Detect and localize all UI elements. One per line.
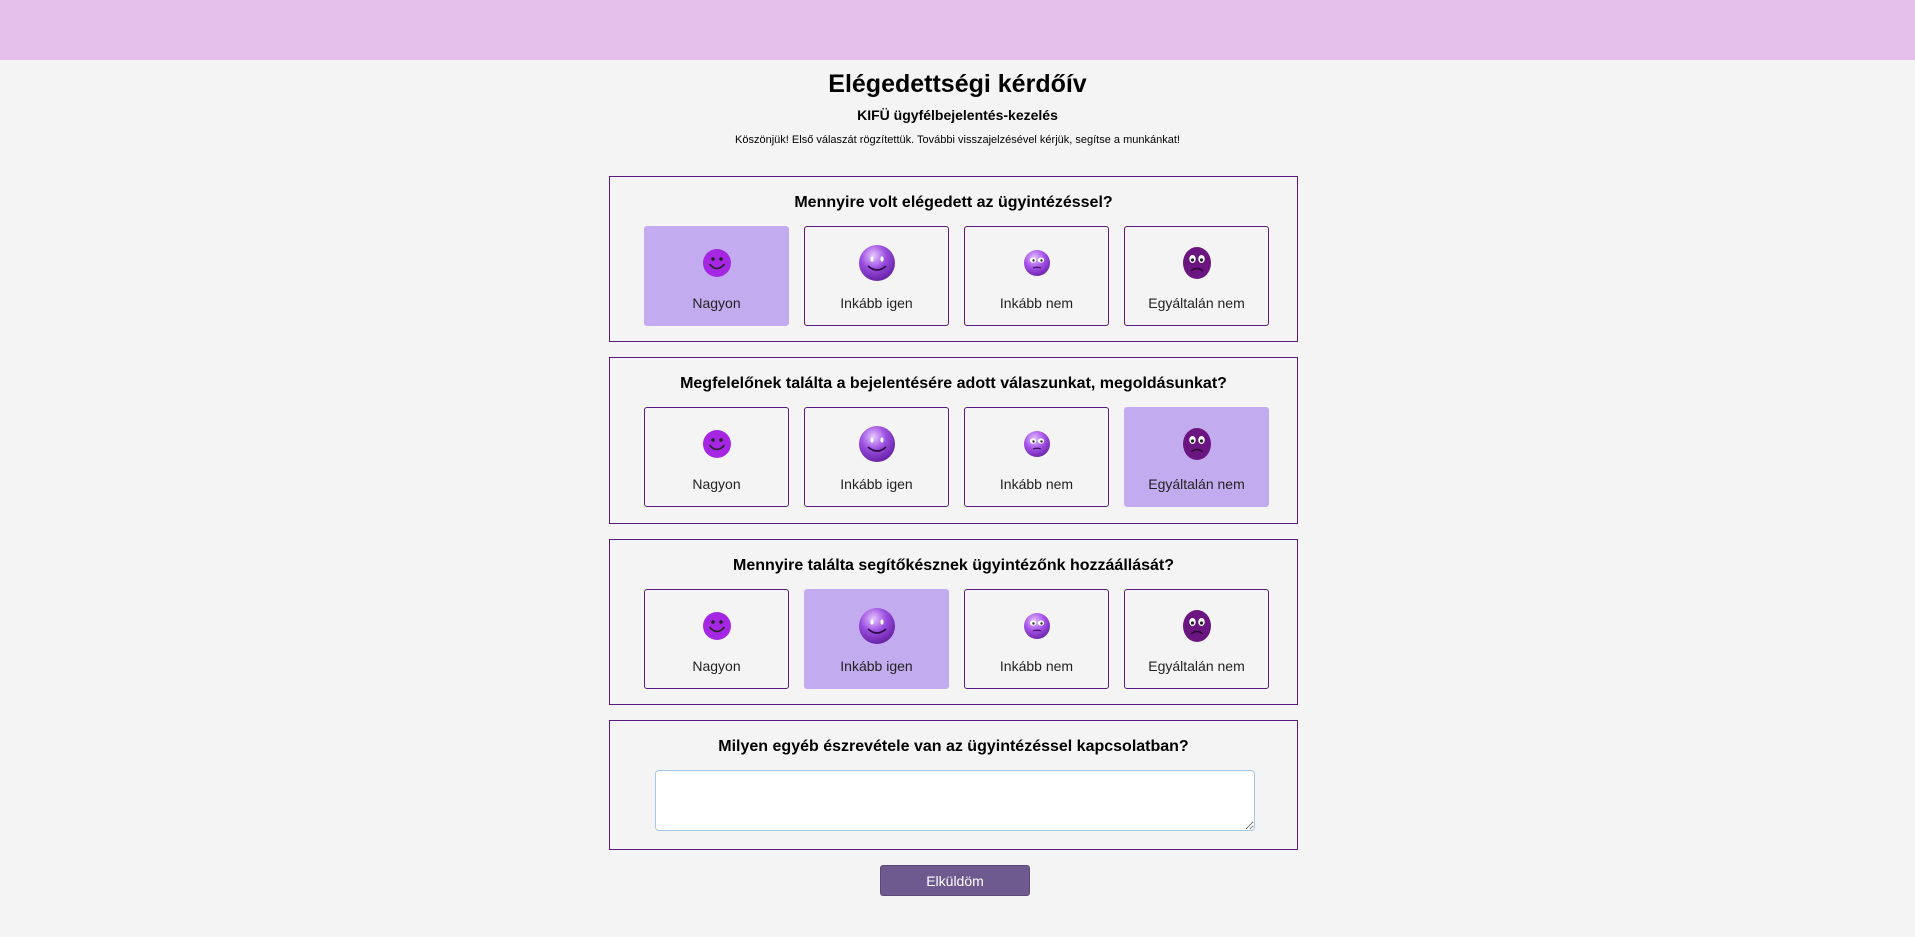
question-title: Mennyire volt elégedett az ügyintézéssel… (794, 194, 1113, 211)
submit-button[interactable]: Elküldöm (880, 865, 1030, 896)
option-label: Inkább igen (840, 476, 913, 492)
answer-options: Nagyon Inkább igen Inkább nem Egyáltalán… (644, 589, 1269, 689)
answer-options: Nagyon Inkább igen Inkább nem Egyáltalán… (644, 407, 1269, 507)
page-title: Elégedettségi kérdőív (828, 70, 1087, 98)
question-helpfulness: Mennyire találta segítőkésznek ügyintéző… (609, 539, 1298, 705)
option-inkabb-igen[interactable]: Inkább igen (804, 407, 949, 507)
option-label: Egyáltalán nem (1148, 295, 1245, 311)
smiley-very-unhappy-icon (1182, 243, 1212, 283)
smiley-unhappy-icon (1023, 424, 1051, 464)
question-title: Milyen egyéb észrevétele van az ügyintéz… (718, 738, 1189, 755)
smiley-unhappy-icon (1023, 243, 1051, 283)
question-title: Mennyire találta segítőkésznek ügyintéző… (732, 557, 1174, 574)
option-label: Inkább igen (840, 658, 913, 674)
option-label: Inkább nem (999, 658, 1074, 674)
option-nagyon[interactable]: Nagyon (644, 407, 789, 507)
option-inkabb-nem[interactable]: Inkább nem (964, 407, 1109, 507)
smiley-happy-icon (858, 243, 896, 283)
smiley-happy-icon (858, 606, 896, 646)
option-label: Nagyon (692, 658, 741, 674)
option-label: Egyáltalán nem (1148, 658, 1245, 674)
option-egyaltalan-nem[interactable]: Egyáltalán nem (1124, 407, 1269, 507)
option-inkabb-igen[interactable]: Inkább igen (804, 589, 949, 689)
question-satisfaction: Mennyire volt elégedett az ügyintézéssel… (609, 176, 1298, 342)
top-banner (0, 0, 1915, 60)
option-egyaltalan-nem[interactable]: Egyáltalán nem (1124, 226, 1269, 326)
smiley-very-happy-icon (702, 243, 732, 283)
option-inkabb-igen[interactable]: Inkább igen (804, 226, 949, 326)
option-inkabb-nem[interactable]: Inkább nem (964, 589, 1109, 689)
option-inkabb-nem[interactable]: Inkább nem (964, 226, 1109, 326)
page-header: Elégedettségi kérdőív KIFÜ ügyfélbejelen… (0, 60, 1915, 147)
option-label: Nagyon (692, 476, 741, 492)
page-subtitle: KIFÜ ügyfélbejelentés-kezelés (857, 107, 1058, 123)
comment-section: Milyen egyéb észrevétele van az ügyintéz… (609, 720, 1298, 850)
smiley-very-unhappy-icon (1182, 424, 1212, 464)
smiley-unhappy-icon (1023, 606, 1051, 646)
option-label: Inkább igen (840, 295, 913, 311)
option-label: Egyáltalán nem (1148, 476, 1245, 492)
comment-textarea[interactable] (655, 770, 1255, 831)
smiley-very-happy-icon (702, 606, 732, 646)
option-label: Nagyon (692, 295, 741, 311)
option-nagyon[interactable]: Nagyon (644, 589, 789, 689)
answer-options: Nagyon Inkább igen Inkább nem Egyáltalán… (644, 226, 1269, 326)
option-nagyon[interactable]: Nagyon (644, 226, 789, 326)
option-egyaltalan-nem[interactable]: Egyáltalán nem (1124, 589, 1269, 689)
smiley-happy-icon (858, 424, 896, 464)
option-label: Inkább nem (999, 476, 1074, 492)
smiley-very-happy-icon (702, 424, 732, 464)
option-label: Inkább nem (999, 295, 1074, 311)
question-title: Megfelelőnek találta a bejelentésére ado… (680, 375, 1227, 392)
smiley-very-unhappy-icon (1182, 606, 1212, 646)
thank-you-message: Köszönjük! Első válaszát rögzítettük. To… (735, 134, 1180, 146)
question-solution: Megfelelőnek találta a bejelentésére ado… (609, 357, 1298, 524)
